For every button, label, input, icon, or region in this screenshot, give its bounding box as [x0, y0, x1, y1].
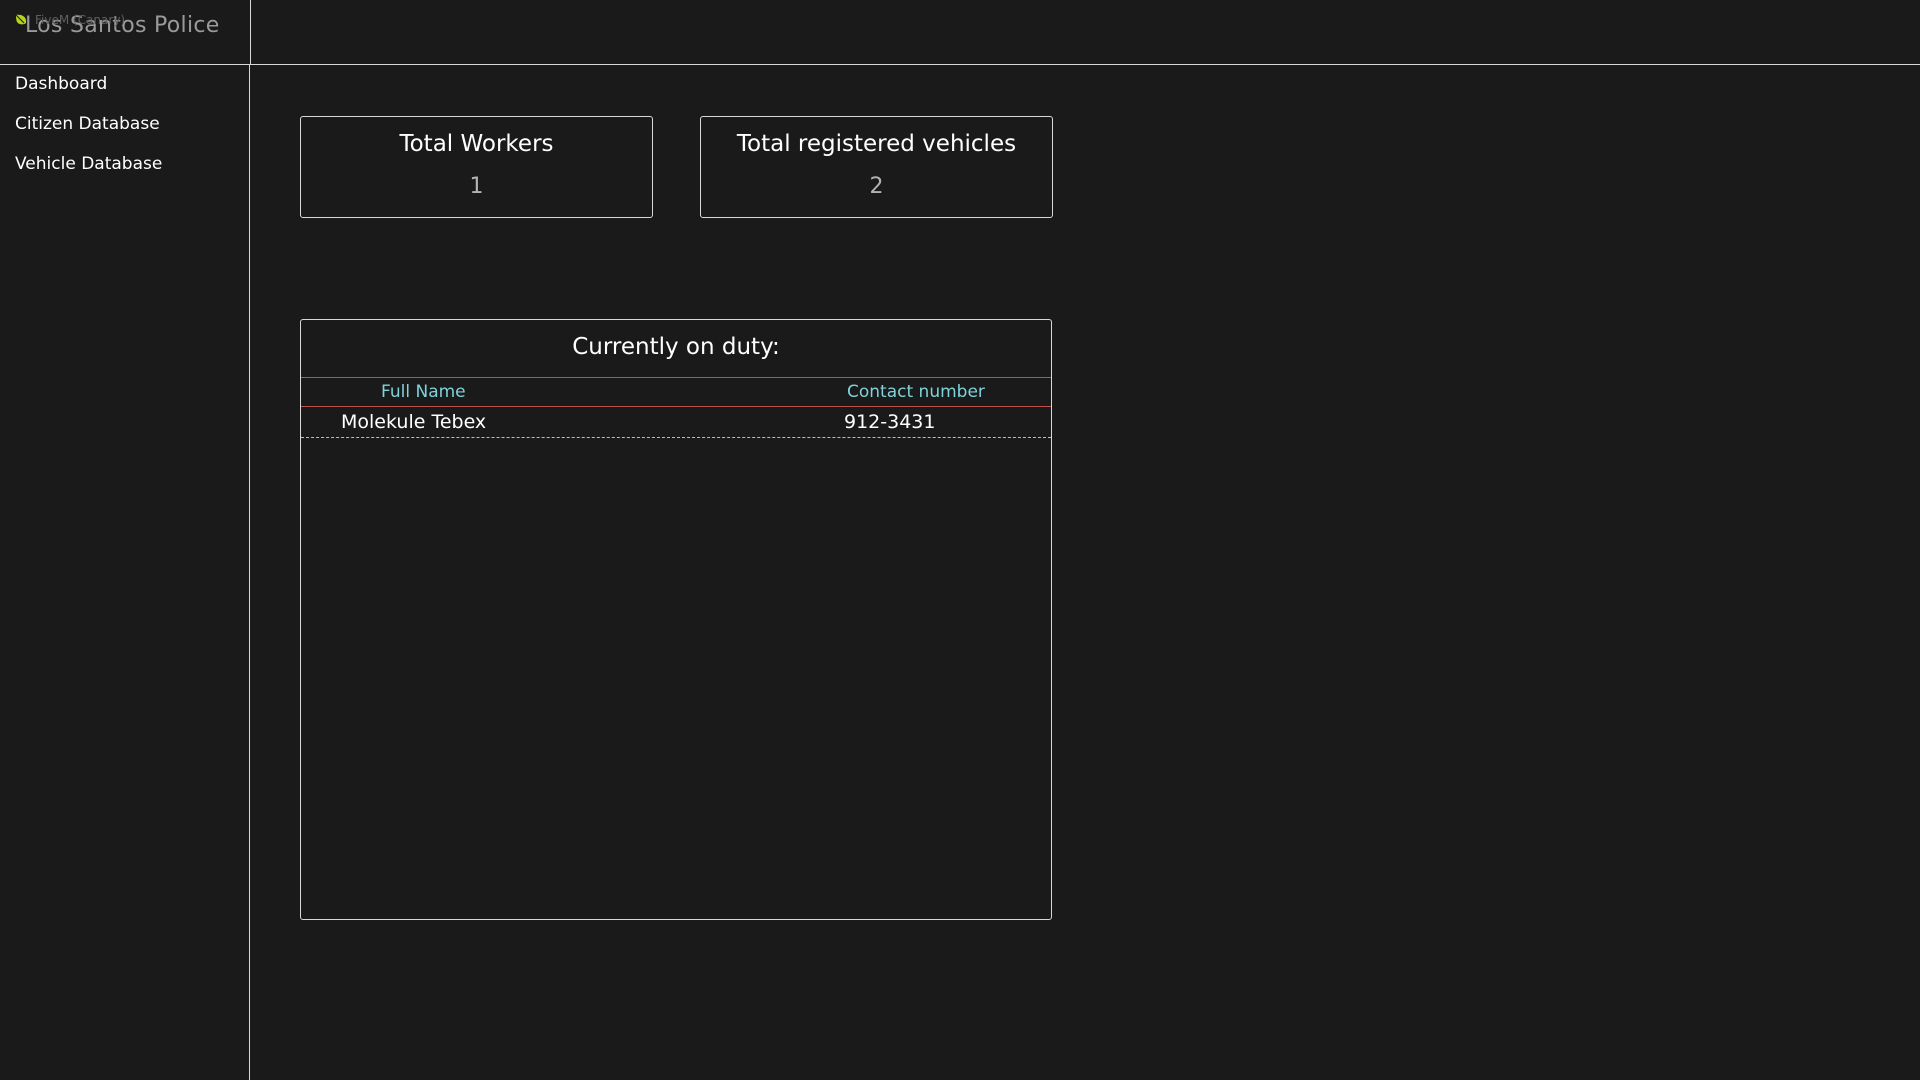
row-contact-number: 912-3431 — [844, 411, 936, 433]
total-vehicles-title: Total registered vehicles — [736, 131, 1017, 157]
top-bar: Los Santos Police FiveM (Canary) — [0, 0, 1920, 65]
fivem-overlay-label: FiveM (Canary) — [14, 13, 125, 27]
total-vehicles-card: Total registered vehicles 2 — [700, 116, 1053, 218]
sidebar-item-vehicle-database[interactable]: Vehicle Database — [15, 154, 162, 174]
on-duty-title: Currently on duty: — [572, 334, 780, 360]
on-duty-panel: Currently on duty: Full Name Contact num… — [300, 319, 1052, 920]
table-row: Molekule Tebex 912-3431 — [301, 407, 1051, 438]
sidebar-item-dashboard[interactable]: Dashboard — [15, 74, 107, 94]
leaf-icon — [15, 14, 27, 25]
column-header-full-name: Full Name — [381, 382, 466, 402]
total-workers-value: 1 — [469, 174, 484, 199]
sidebar-item-citizen-database[interactable]: Citizen Database — [15, 114, 160, 134]
total-workers-title: Total Workers — [399, 131, 554, 157]
on-duty-table: Full Name Contact number Molekule Tebex … — [301, 377, 1051, 438]
row-full-name: Molekule Tebex — [341, 411, 487, 433]
topbar-divider — [250, 0, 251, 65]
sidebar: Dashboard Citizen Database Vehicle Datab… — [0, 65, 250, 1080]
total-vehicles-value: 2 — [869, 174, 884, 199]
table-header: Full Name Contact number — [301, 377, 1051, 407]
fivem-overlay-text: FiveM (Canary) — [35, 13, 126, 27]
brand-area: Los Santos Police FiveM (Canary) — [0, 0, 250, 65]
column-header-contact-number: Contact number — [847, 382, 985, 402]
total-workers-card: Total Workers 1 — [300, 116, 653, 218]
